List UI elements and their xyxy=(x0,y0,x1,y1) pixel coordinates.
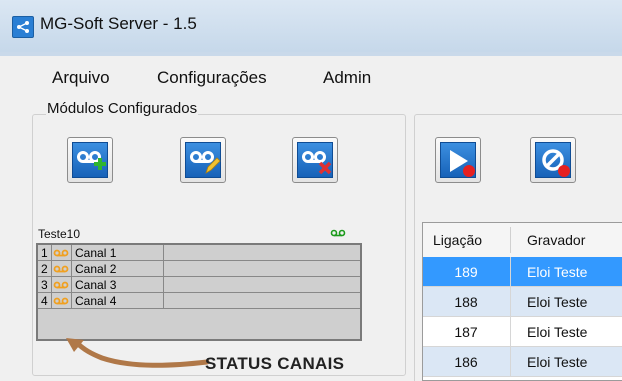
channel-number: 1 xyxy=(41,246,48,260)
channel-status-icon xyxy=(53,249,69,257)
channel-label: Canal 3 xyxy=(75,278,117,292)
channel-row[interactable]: 4 Canal 4 xyxy=(38,293,360,309)
cell-gravador: Eloi Teste xyxy=(527,264,588,280)
channel-status-icon xyxy=(53,281,69,289)
play-record-icon xyxy=(450,150,475,177)
channel-number: 3 xyxy=(41,278,48,292)
channel-number: 4 xyxy=(41,294,48,308)
cell-gravador: Eloi Teste xyxy=(527,324,588,340)
title-bar[interactable]: MG-Soft Server - 1.5 xyxy=(0,0,622,52)
recordings-table: Ligação Gravador 189 Eloi Teste 188 Eloi… xyxy=(422,222,622,381)
cell-ligacao: 188 xyxy=(454,294,478,310)
stop-record-button[interactable] xyxy=(530,137,576,183)
table-row[interactable]: 188 Eloi Teste xyxy=(423,287,622,317)
channel-row[interactable]: 2 Canal 2 xyxy=(38,261,360,277)
voicemail-delete-icon xyxy=(302,151,332,175)
table-row[interactable]: 186 Eloi Teste xyxy=(423,347,622,377)
menu-arquivo[interactable]: Arquivo xyxy=(52,68,110,88)
menu-bar: Arquivo Configurações Admin xyxy=(0,56,622,100)
delete-module-button[interactable] xyxy=(292,137,338,183)
modules-group-legend: Módulos Configurados xyxy=(46,100,199,117)
column-header-ligacao[interactable]: Ligação xyxy=(433,232,482,248)
module-status-icon xyxy=(330,229,346,237)
menu-configuracoes[interactable]: Configurações xyxy=(157,68,267,88)
app-window: MG-Soft Server - 1.5 Arquivo Configuraçõ… xyxy=(0,0,622,381)
menu-admin[interactable]: Admin xyxy=(323,68,371,88)
channel-number: 2 xyxy=(41,262,48,276)
column-header-gravador[interactable]: Gravador xyxy=(527,232,585,248)
annotation-arrow-icon xyxy=(66,338,210,368)
module-name: Teste10 xyxy=(38,227,81,241)
channel-list: 1 Canal 1 2 Canal 2 3 Canal 3 4 Canal 4 xyxy=(36,243,362,341)
channel-status-icon xyxy=(53,297,69,305)
cell-gravador: Eloi Teste xyxy=(527,294,588,310)
cell-ligacao: 186 xyxy=(454,354,478,370)
cell-ligacao: 187 xyxy=(454,324,478,340)
window-title: MG-Soft Server - 1.5 xyxy=(40,14,197,33)
channel-label: Canal 2 xyxy=(75,262,117,276)
status-canais-label: STATUS CANAIS xyxy=(205,354,345,373)
edit-module-button[interactable] xyxy=(180,137,226,183)
table-row-selected[interactable]: 189 Eloi Teste xyxy=(423,257,622,287)
app-icon xyxy=(12,16,34,38)
channel-status-icon xyxy=(53,265,69,273)
channel-label: Canal 1 xyxy=(75,246,117,260)
table-header: Ligação Gravador xyxy=(423,223,622,258)
channel-label: Canal 4 xyxy=(75,294,117,308)
stop-record-icon xyxy=(542,149,570,177)
cell-ligacao: 189 xyxy=(454,264,478,280)
voicemail-add-icon xyxy=(77,151,106,170)
channel-row[interactable]: 1 Canal 1 xyxy=(38,245,360,261)
voicemail-edit-icon xyxy=(190,151,221,174)
cell-gravador: Eloi Teste xyxy=(527,354,588,370)
add-module-button[interactable] xyxy=(67,137,113,183)
channel-row[interactable]: 3 Canal 3 xyxy=(38,277,360,293)
play-record-button[interactable] xyxy=(435,137,481,183)
table-row[interactable]: 187 Eloi Teste xyxy=(423,317,622,347)
